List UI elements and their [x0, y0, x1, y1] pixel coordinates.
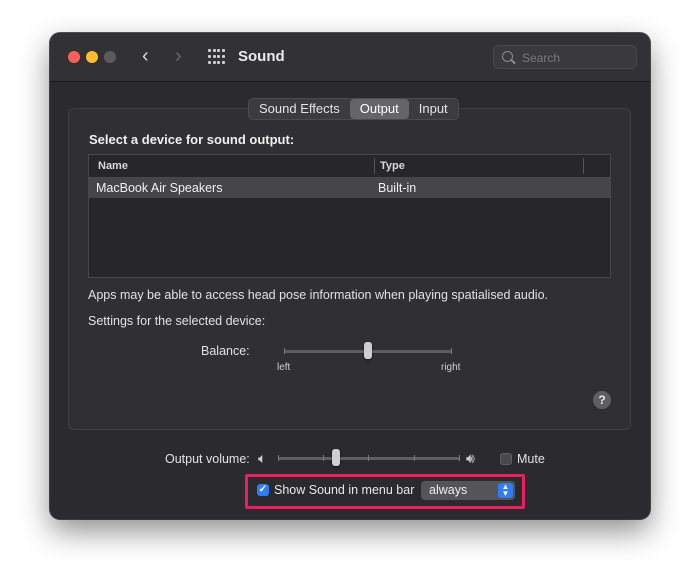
spatial-audio-info: Apps may be able to access head pose inf…: [88, 288, 549, 302]
slider-tick: [414, 455, 415, 461]
device-name-cell: MacBook Air Speakers: [96, 181, 223, 195]
slider-tick: [284, 348, 285, 354]
window-title: Sound: [238, 48, 285, 65]
slider-tick: [323, 455, 324, 461]
mute-label: Mute: [517, 452, 545, 466]
balance-slider-knob[interactable]: [364, 342, 372, 359]
forward-chevron-icon[interactable]: ›: [175, 46, 182, 66]
table-header: Name Type: [89, 155, 610, 178]
device-table: Name Type MacBook Air Speakers Built-in: [88, 154, 611, 278]
close-window-button[interactable]: [68, 51, 80, 63]
search-icon: [502, 51, 513, 62]
slider-tick: [459, 455, 460, 461]
slider-tick: [451, 348, 452, 354]
speaker-high-icon: 🔊︎: [466, 450, 475, 466]
zoom-window-button[interactable]: [104, 51, 116, 63]
show-all-grid-icon[interactable]: [208, 49, 225, 65]
settings-label: Settings for the selected device:: [88, 314, 266, 328]
minimize-window-button[interactable]: [86, 51, 98, 63]
slider-tick: [368, 455, 369, 461]
volume-slider-track[interactable]: [278, 457, 460, 460]
highlight-annotation-box: [245, 474, 525, 509]
balance-label: Balance:: [201, 344, 250, 358]
table-row[interactable]: MacBook Air Speakers Built-in: [89, 178, 610, 198]
tab-bar: Sound Effects Output Input: [248, 98, 459, 120]
sound-preferences-window: ‹ › Sound Sound Effects Output Input Sel…: [50, 33, 650, 519]
tab-output[interactable]: Output: [349, 99, 409, 119]
search-input[interactable]: [520, 49, 634, 67]
device-heading: Select a device for sound output:: [89, 132, 295, 147]
balance-right-label: right: [441, 362, 461, 373]
column-divider: [583, 158, 584, 174]
slider-tick: [278, 455, 279, 461]
search-field[interactable]: [493, 45, 637, 69]
tab-input[interactable]: Input: [409, 99, 458, 119]
volume-slider-knob[interactable]: [332, 449, 340, 466]
balance-left-label: left: [277, 362, 291, 373]
speaker-low-icon: 🔈︎: [258, 450, 267, 466]
help-button[interactable]: ?: [593, 391, 611, 409]
title-bar: ‹ › Sound: [50, 33, 650, 82]
column-header-type[interactable]: Type: [380, 160, 405, 172]
device-type-cell: Built-in: [378, 181, 417, 195]
output-volume-label: Output volume:: [165, 452, 250, 466]
mute-checkbox[interactable]: [500, 453, 512, 465]
column-divider: [374, 158, 375, 174]
tab-sound-effects[interactable]: Sound Effects: [249, 99, 350, 119]
back-chevron-icon[interactable]: ‹: [142, 46, 149, 66]
column-header-name[interactable]: Name: [98, 160, 128, 172]
